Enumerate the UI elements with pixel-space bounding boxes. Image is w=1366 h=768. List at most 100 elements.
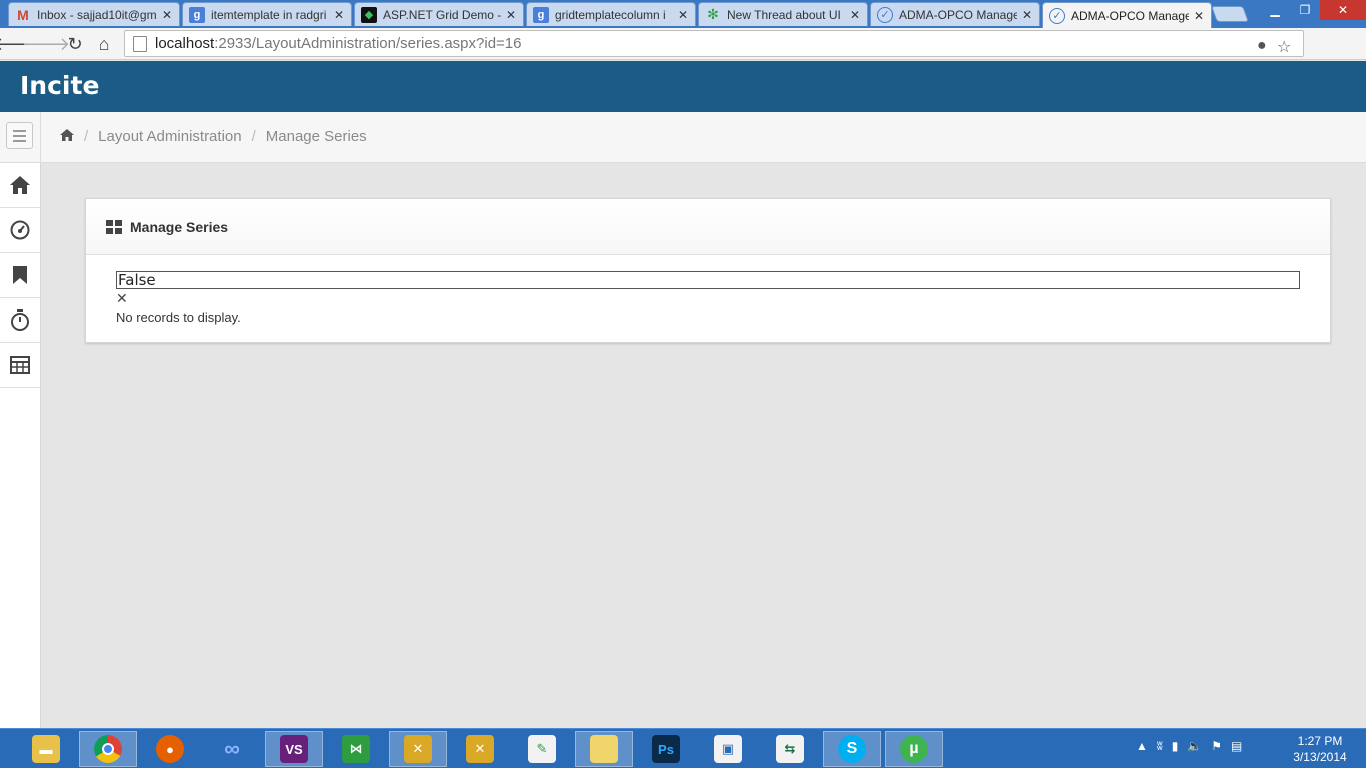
taskbar-skype[interactable]: S (823, 731, 881, 767)
tab-title: ADMA-OPCO Manage (1071, 8, 1189, 23)
clock-time: 1:27 PM (1297, 734, 1343, 748)
sidebar-item-dashboard[interactable] (0, 208, 40, 253)
breadcrumb: / Layout Administration / Manage Series (60, 128, 367, 145)
system-tray: ▲ ʬ ▮ 🔈 ⚑ ▤ (1136, 739, 1242, 753)
tab-title: itemtemplate in radgri (211, 7, 327, 22)
close-icon[interactable]: ✕ (677, 8, 689, 22)
sidebar-item-table[interactable] (0, 343, 40, 388)
home-icon (10, 176, 30, 194)
clear-filter-icon[interactable]: ✕ (116, 291, 128, 305)
close-icon[interactable]: ✕ (161, 8, 173, 22)
tab-adma-active[interactable]: ✓ ADMA-OPCO Manage ✕ (1042, 2, 1212, 28)
taskbar-photoshop[interactable]: Ps (637, 731, 695, 767)
window-close-icon[interactable]: ✕ (1320, 0, 1366, 20)
home-button-icon[interactable]: ⌂ (92, 32, 116, 56)
tool-icon-2: ✕ (466, 735, 494, 763)
taskbar-tool-2[interactable]: ✕ (451, 731, 509, 767)
url-text[interactable]: localhost:2933/LayoutAdministration/seri… (155, 35, 521, 52)
close-icon[interactable]: ✕ (849, 8, 861, 22)
taskbar-firefox[interactable]: ● (141, 731, 199, 767)
panel-header: Manage Series (86, 199, 1330, 255)
tool-icon: ✕ (404, 735, 432, 763)
google-icon: g (189, 6, 205, 23)
volume-icon[interactable]: 🔈 (1187, 739, 1202, 753)
app-header: Incite (0, 61, 1366, 112)
browser-tab-strip: M Inbox - sajjad10it@gm ✕ g itemtemplate… (0, 0, 1366, 28)
taskbar-notepad[interactable]: ✎ (513, 731, 571, 767)
home-icon[interactable] (60, 128, 74, 145)
divider (40, 112, 41, 163)
app-brand[interactable]: Incite (20, 71, 99, 100)
breadcrumb-layout-administration[interactable]: Layout Administration (98, 128, 241, 145)
flag-icon[interactable]: ⚑ (1211, 739, 1222, 753)
taskbar-infinity[interactable]: ∞ (203, 731, 261, 767)
sidebar-item-home[interactable] (0, 163, 40, 208)
tab-grid-demo[interactable]: ◆ ASP.NET Grid Demo - ✕ (354, 2, 524, 26)
new-tab-button[interactable] (1211, 6, 1249, 22)
taskbar-vs-express[interactable]: ⋈ (327, 731, 385, 767)
clock-date: 3/13/2014 (1293, 750, 1347, 764)
close-icon[interactable]: ✕ (1021, 8, 1033, 22)
taskbar-clock[interactable]: 1:27 PM 3/13/2014 (1282, 733, 1358, 765)
app-icon: ✓ (1049, 7, 1065, 24)
photoshop-icon: Ps (652, 735, 680, 763)
grid-icon (106, 219, 122, 234)
app-icon-3: ⇆ (776, 735, 804, 763)
tab-adma-1[interactable]: ✓ ADMA-OPCO Manage ✕ (870, 2, 1040, 26)
telerik-forum-icon: ✻ (707, 6, 719, 22)
table-icon (10, 356, 30, 374)
manage-series-panel: Manage Series False ✕ No records to disp… (85, 198, 1331, 343)
taskbar-folder[interactable] (575, 731, 633, 767)
tab-gridtemplatecolumn[interactable]: g gridtemplatecolumn i ✕ (526, 2, 696, 26)
empty-grid-message: No records to display. (116, 310, 241, 325)
tab-title: Inbox - sajjad10it@gm (37, 7, 157, 22)
close-icon[interactable]: ✕ (1193, 9, 1205, 23)
browser-toolbar: 🡐 🡒 ↻ ⌂ localhost:2933/LayoutAdministrat… (0, 28, 1366, 84)
taskbar-chrome[interactable] (79, 731, 137, 767)
sidebar (0, 163, 41, 728)
tab-new-thread[interactable]: ✻ New Thread about UI ✕ (698, 2, 868, 26)
tab-itemtemplate[interactable]: g itemtemplate in radgri ✕ (182, 2, 352, 26)
lightbulb-icon[interactable]: ● (1257, 37, 1267, 55)
battery-icon[interactable]: ▮ (1172, 739, 1179, 753)
file-explorer-icon: ▬ (32, 735, 60, 763)
taskbar-app-3[interactable]: ⇆ (761, 731, 819, 767)
breadcrumb-bar: / Layout Administration / Manage Series (0, 112, 1366, 163)
firefox-icon: ● (156, 735, 184, 763)
utorrent-icon: µ (900, 735, 928, 763)
dashboard-icon (10, 220, 30, 240)
breadcrumb-separator: / (84, 128, 89, 145)
vs-express-icon: ⋈ (342, 735, 370, 763)
breadcrumb-manage-series: Manage Series (265, 128, 367, 145)
close-icon[interactable]: ✕ (505, 8, 517, 22)
chrome-icon (94, 735, 122, 763)
network-icon[interactable]: ▤ (1231, 739, 1242, 753)
tray-expand-icon[interactable]: ▲ (1136, 739, 1148, 753)
sidebar-item-bookmark[interactable] (0, 253, 40, 298)
sidebar-item-stopwatch[interactable] (0, 298, 40, 343)
folder-icon (590, 735, 618, 763)
infinity-icon: ∞ (224, 736, 240, 761)
tab-title: ASP.NET Grid Demo - (383, 7, 501, 22)
close-icon[interactable]: ✕ (333, 8, 345, 22)
stopwatch-icon (11, 309, 29, 331)
sidebar-toggle-button[interactable] (6, 122, 33, 149)
taskbar-utorrent[interactable]: µ (885, 731, 943, 767)
taskbar-file-explorer[interactable]: ▬ (17, 731, 75, 767)
tray-app-icon[interactable]: ʬ (1157, 739, 1163, 753)
visual-studio-icon: VS (280, 735, 308, 763)
taskbar-app-2[interactable]: ▣ (699, 731, 757, 767)
app-icon-2: ▣ (714, 735, 742, 763)
maximize-icon[interactable]: ❐ (1290, 0, 1320, 20)
taskbar-visual-studio[interactable]: VS (265, 731, 323, 767)
tab-inbox[interactable]: M Inbox - sajjad10it@gm ✕ (8, 2, 180, 26)
star-icon[interactable]: ☆ (1277, 37, 1291, 57)
gmail-icon: M (17, 6, 29, 23)
taskbar-tool[interactable]: ✕ (389, 731, 447, 767)
minimize-icon[interactable]: ▁ (1260, 0, 1290, 20)
filter-input[interactable]: False (116, 271, 1300, 289)
page-icon (133, 35, 147, 52)
forward-icon[interactable]: 🡒 (22, 32, 70, 56)
address-bar[interactable]: localhost:2933/LayoutAdministration/seri… (124, 30, 1304, 57)
reload-icon[interactable]: ↻ (63, 32, 87, 56)
